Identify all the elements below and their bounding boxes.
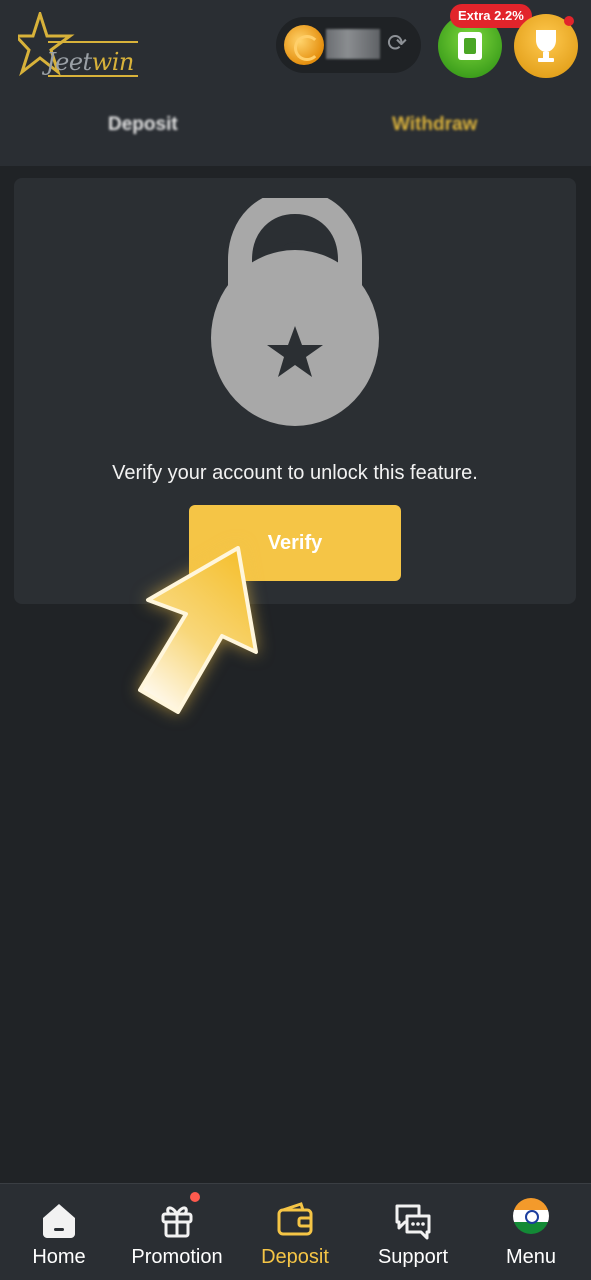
nav-label-menu: Menu — [505, 1246, 557, 1268]
india-flag-icon — [513, 1198, 549, 1234]
balance-amount-hidden — [326, 29, 380, 59]
promotion-notification-dot — [190, 1192, 200, 1202]
locked-feature-card: Verify your account to unlock this featu… — [14, 178, 576, 604]
nav-label-promotion: Promotion — [131, 1246, 223, 1268]
tab-withdraw[interactable]: Withdraw — [392, 114, 477, 136]
home-icon — [43, 1204, 75, 1238]
notification-dot — [564, 16, 574, 26]
gift-icon — [161, 1206, 193, 1238]
nav-home[interactable]: Home — [0, 1184, 118, 1280]
logo-text: Jeetwin — [46, 48, 134, 76]
jeetwin-logo[interactable]: Jeetwin — [12, 9, 143, 84]
coin-icon — [284, 25, 324, 65]
deposit-screen: Jeetwin ⟳ Extra 2.2% Deposit Withdraw Ve… — [0, 0, 591, 1280]
verify-message: Verify your account to unlock this featu… — [112, 462, 478, 484]
nav-promotion[interactable]: Promotion — [118, 1184, 236, 1280]
balance-pill[interactable]: ⟳ — [276, 17, 421, 73]
nav-label-support: Support — [377, 1246, 449, 1268]
chat-icon — [395, 1204, 431, 1240]
pointer-arrow-icon — [138, 546, 258, 714]
bonus-icon — [458, 32, 482, 60]
wallet-icon — [277, 1202, 313, 1236]
extra-badge: Extra 2.2% — [450, 4, 532, 28]
header: Jeetwin ⟳ Extra 2.2% Deposit Withdraw — [0, 0, 591, 166]
tab-deposit[interactable]: Deposit — [108, 114, 178, 136]
nav-label-deposit: Deposit — [261, 1246, 329, 1268]
padlock-icon — [211, 198, 379, 426]
trophy-icon — [536, 30, 556, 62]
nav-support[interactable]: Support — [354, 1184, 472, 1280]
refresh-icon[interactable]: ⟳ — [384, 31, 410, 57]
nav-label-home: Home — [32, 1246, 86, 1268]
nav-deposit[interactable]: Deposit — [236, 1184, 354, 1280]
nav-menu[interactable]: Menu — [472, 1184, 590, 1280]
bottom-nav: Home Promotion Deposit Support Menu — [0, 1183, 591, 1280]
